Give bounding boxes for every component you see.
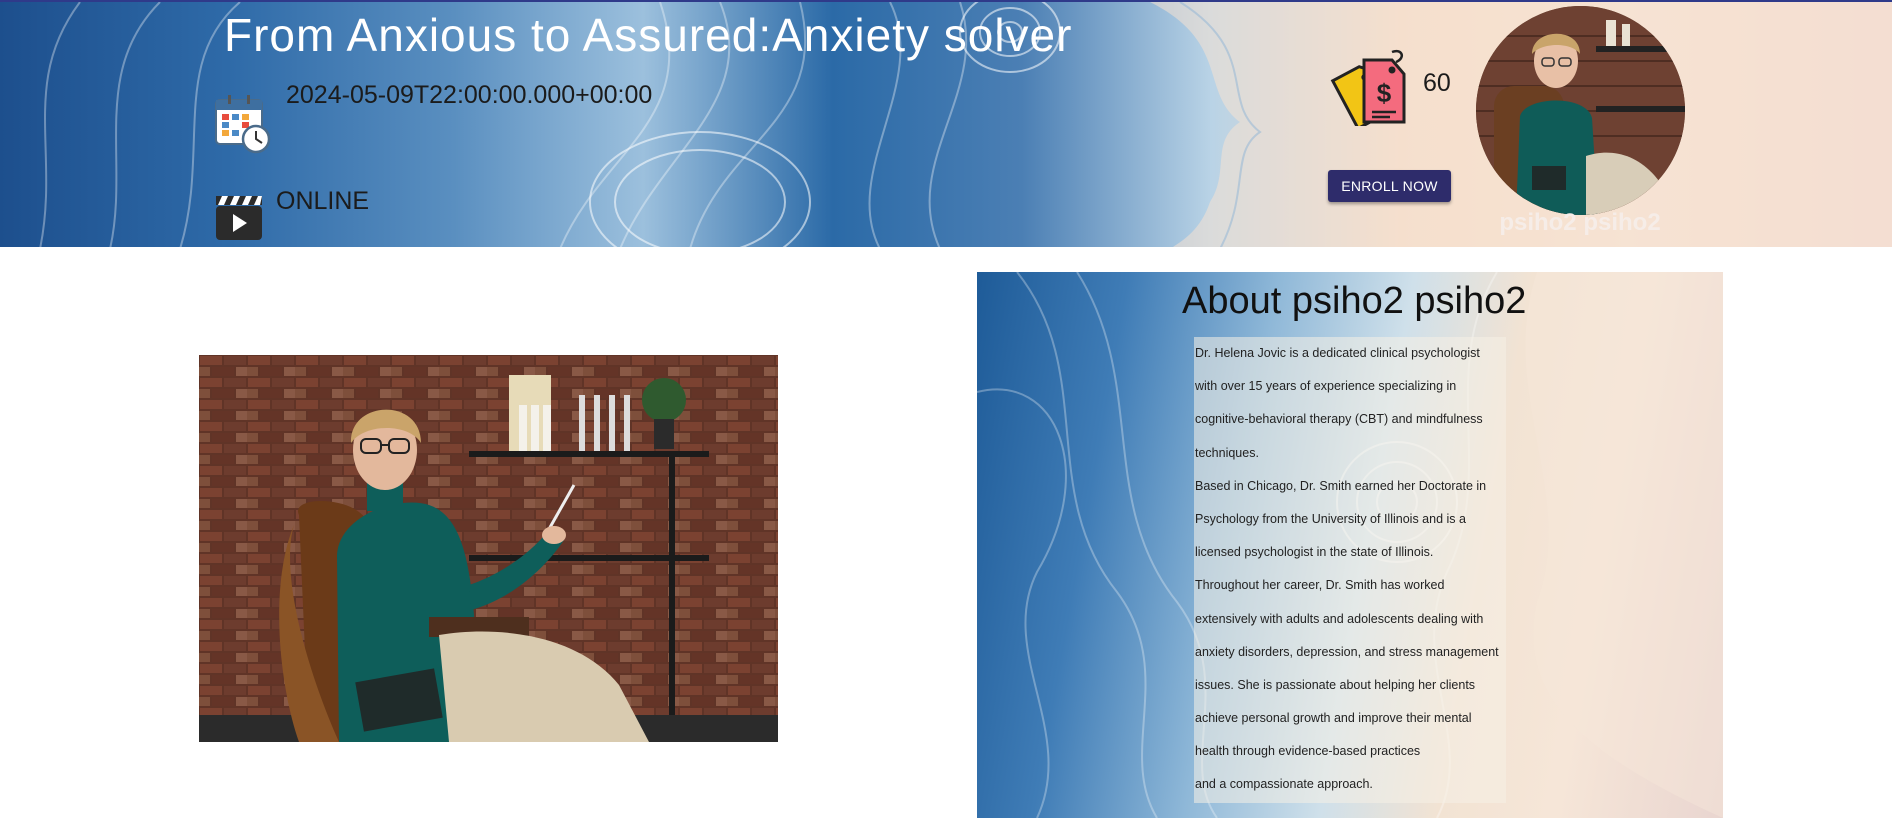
bio-line: techniques. xyxy=(1195,445,1259,460)
event-title: From Anxious to Assured:Anxiety solver xyxy=(224,9,1073,61)
host-avatar[interactable] xyxy=(1476,6,1685,215)
enroll-now-button[interactable]: ENROLL NOW xyxy=(1328,170,1451,202)
about-bio: Dr. Helena Jovic is a dedicated clinical… xyxy=(1194,337,1506,803)
calendar-icon xyxy=(215,95,271,154)
price-tag-icon: $ xyxy=(1330,49,1406,126)
bio-line: achieve personal growth and improve thei… xyxy=(1195,711,1472,726)
host-photo-image xyxy=(199,355,778,742)
about-title: About psiho2 psiho2 xyxy=(1182,280,1527,322)
svg-text:$: $ xyxy=(1377,78,1392,108)
about-card: About psiho2 psiho2 Dr. Helena Jovic is … xyxy=(977,272,1723,818)
bio-line: licensed psychologist in the state of Il… xyxy=(1195,545,1434,560)
host-name: psiho2 psiho2 xyxy=(1499,209,1661,236)
bio-line: Throughout her career, Dr. Smith has wor… xyxy=(1195,578,1445,593)
clapperboard-icon xyxy=(216,196,262,240)
event-date: 2024-05-09T22:00:00.000+00:00 xyxy=(286,81,653,109)
bio-line: issues. She is passionate about helping … xyxy=(1195,677,1476,692)
event-mode: ONLINE xyxy=(276,187,370,215)
bio-line: Dr. Helena Jovic is a dedicated clinical… xyxy=(1195,346,1480,360)
avatar-image xyxy=(1476,6,1685,215)
bio-line: with over 15 years of experience special… xyxy=(1195,379,1457,394)
host-photo xyxy=(199,355,778,742)
bio-line: anxiety disorders, depression, and stres… xyxy=(1195,644,1499,659)
event-price: 60 xyxy=(1423,69,1451,97)
bio-line: Psychology from the University of Illino… xyxy=(1195,511,1466,526)
bio-line: health through evidence-based practices xyxy=(1195,744,1421,759)
bio-line: and a compassionate approach. xyxy=(1195,777,1373,792)
bio-line: Based in Chicago, Dr. Smith earned her D… xyxy=(1195,478,1487,493)
bio-line: cognitive-behavioral therapy (CBT) and m… xyxy=(1195,412,1483,427)
bio-line: extensively with adults and adolescents … xyxy=(1195,611,1484,626)
event-banner: From Anxious to Assured:Anxiety solver 2… xyxy=(0,0,1892,247)
